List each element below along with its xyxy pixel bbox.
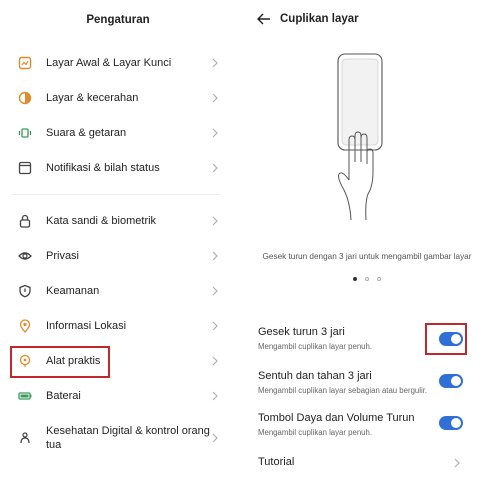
- shield-icon: [18, 284, 32, 298]
- highlight-box: [425, 323, 467, 355]
- settings-item-label: Layar Awal & Layar Kunci: [46, 57, 172, 69]
- lock-icon: [18, 214, 32, 228]
- settings-item-label: Informasi Lokasi: [46, 320, 127, 332]
- settings-item-home-lock[interactable]: Layar Awal & Layar Kunci: [0, 46, 236, 80]
- settings-item-privacy[interactable]: Privasi: [0, 239, 236, 273]
- chevron-right-icon: [454, 458, 460, 468]
- toggle-power-volume[interactable]: [439, 416, 463, 430]
- brightness-icon: [18, 91, 32, 105]
- settings-item-location[interactable]: Informasi Lokasi: [0, 309, 236, 343]
- carousel-dot[interactable]: [353, 277, 357, 281]
- chevron-right-icon: [212, 128, 218, 138]
- settings-item-label: Privasi: [46, 250, 80, 262]
- settings-item-notification[interactable]: Notifikasi & bilah status: [0, 151, 236, 185]
- settings-item-label: Keamanan: [46, 285, 100, 297]
- three-finger-swipe-illustration: [337, 53, 383, 221]
- toggle-three-finger-hold[interactable]: [439, 374, 463, 388]
- page-title: Pengaturan: [86, 14, 150, 26]
- settings-item-label: Kesehatan Digital & kontrol orang tua: [46, 425, 210, 451]
- page-title: Cuplikan layar: [280, 13, 359, 25]
- settings-item-digital-wellbeing[interactable]: Kesehatan Digital & kontrol orang tua: [0, 420, 236, 456]
- digital-wellbeing-icon: [18, 431, 32, 445]
- carousel-dot[interactable]: [365, 277, 369, 281]
- tutorial-link[interactable]: Tutorial: [258, 456, 294, 468]
- battery-icon: [18, 389, 32, 403]
- settings-item-label: Layar & kecerahan: [46, 92, 139, 104]
- chevron-right-icon: [212, 251, 218, 261]
- settings-item-battery[interactable]: Baterai: [0, 379, 236, 413]
- settings-item-label: Notifikasi & bilah status: [46, 162, 160, 174]
- location-icon: [18, 319, 32, 333]
- settings-item-password[interactable]: Kata sandi & biometrik: [0, 204, 236, 238]
- settings-item-label: Suara & getaran: [46, 127, 127, 139]
- toggle-knob: [451, 418, 461, 428]
- illustration-caption: Gesek turun dengan 3 jari untuk mengambi…: [262, 252, 472, 261]
- chevron-right-icon: [212, 356, 218, 366]
- screenshot-panel: Cuplikan layar Gesek turun dengan 3 jari…: [244, 0, 490, 478]
- sound-icon: [18, 126, 32, 140]
- home-screen-icon: [18, 56, 32, 70]
- settings-panel: Pengaturan Layar Awal & Layar Kunci Laya…: [0, 0, 236, 478]
- chevron-right-icon: [212, 58, 218, 68]
- chevron-right-icon: [212, 321, 218, 331]
- chevron-right-icon: [212, 433, 218, 443]
- carousel-indicator: [244, 277, 490, 281]
- chevron-right-icon: [212, 286, 218, 296]
- chevron-right-icon: [212, 163, 218, 173]
- toggle-knob: [451, 376, 461, 386]
- carousel-dot[interactable]: [377, 277, 381, 281]
- chevron-right-icon: [212, 391, 218, 401]
- highlight-box: [10, 346, 110, 378]
- notification-icon: [18, 161, 32, 175]
- chevron-right-icon: [212, 216, 218, 226]
- privacy-eye-icon: [18, 249, 32, 263]
- divider: [12, 194, 220, 195]
- back-arrow-icon[interactable]: [256, 12, 272, 26]
- settings-item-label: Kata sandi & biometrik: [46, 215, 157, 227]
- settings-item-display[interactable]: Layar & kecerahan: [0, 81, 236, 115]
- chevron-right-icon: [212, 93, 218, 103]
- settings-item-sound[interactable]: Suara & getaran: [0, 116, 236, 150]
- settings-item-security[interactable]: Keamanan: [0, 274, 236, 308]
- settings-item-label: Baterai: [46, 390, 81, 402]
